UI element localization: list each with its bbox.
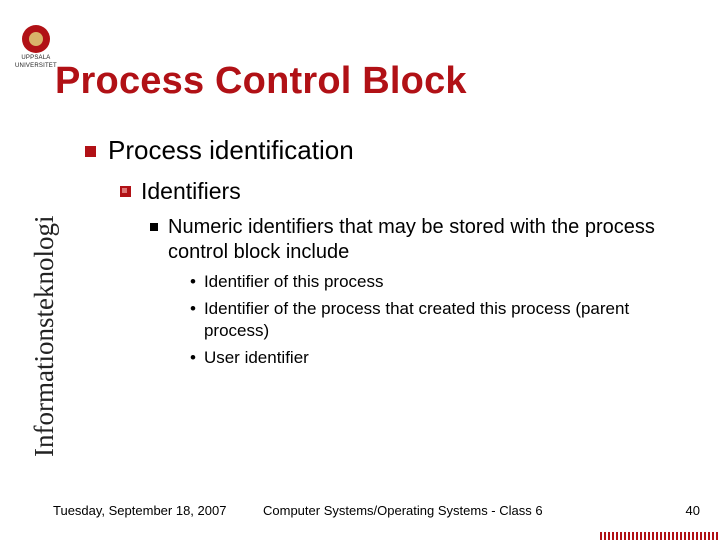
bullet-level-1-text: Process identification <box>108 135 354 166</box>
footer-date: Tuesday, September 18, 2007 <box>53 503 233 518</box>
footer-course: Computer Systems/Operating Systems - Cla… <box>233 503 660 518</box>
logo-seal-icon <box>22 25 50 53</box>
content-area: Process identification Identifiers Numer… <box>85 135 690 368</box>
bullet-level-3: Numeric identifiers that may be stored w… <box>150 215 690 265</box>
square-bullet-icon <box>150 223 158 231</box>
accent-bar <box>600 532 720 540</box>
logo-text-line2: UNIVERSITET <box>15 63 57 69</box>
university-logo: UPPSALA UNIVERSITET <box>15 25 57 69</box>
bullet-level-4: • Identifier of this process <box>190 271 690 292</box>
dot-bullet-icon: • <box>190 271 196 292</box>
logo-text-line1: UPPSALA <box>21 55 50 61</box>
vertical-label: Informationsteknologi <box>29 216 60 457</box>
footer-page-number: 40 <box>660 503 700 518</box>
bullet-level-4-text: User identifier <box>204 347 309 368</box>
bullet-level-4: • Identifier of the process that created… <box>190 298 690 341</box>
bullet-level-2: Identifiers <box>120 178 690 205</box>
dot-bullet-icon: • <box>190 298 196 319</box>
slide-footer: Tuesday, September 18, 2007 Computer Sys… <box>53 503 700 518</box>
dot-bullet-icon: • <box>190 347 196 368</box>
square-bullet-icon <box>85 146 96 157</box>
bullet-level-4: • User identifier <box>190 347 690 368</box>
slide-title: Process Control Block <box>55 60 467 103</box>
bullet-level-2-text: Identifiers <box>141 178 241 205</box>
square-bullet-icon <box>120 186 131 197</box>
bullet-level-1: Process identification <box>85 135 690 166</box>
bullet-level-3-text: Numeric identifiers that may be stored w… <box>168 215 690 265</box>
bullet-level-4-text: Identifier of the process that created t… <box>204 298 690 341</box>
bullet-level-4-text: Identifier of this process <box>204 271 384 292</box>
